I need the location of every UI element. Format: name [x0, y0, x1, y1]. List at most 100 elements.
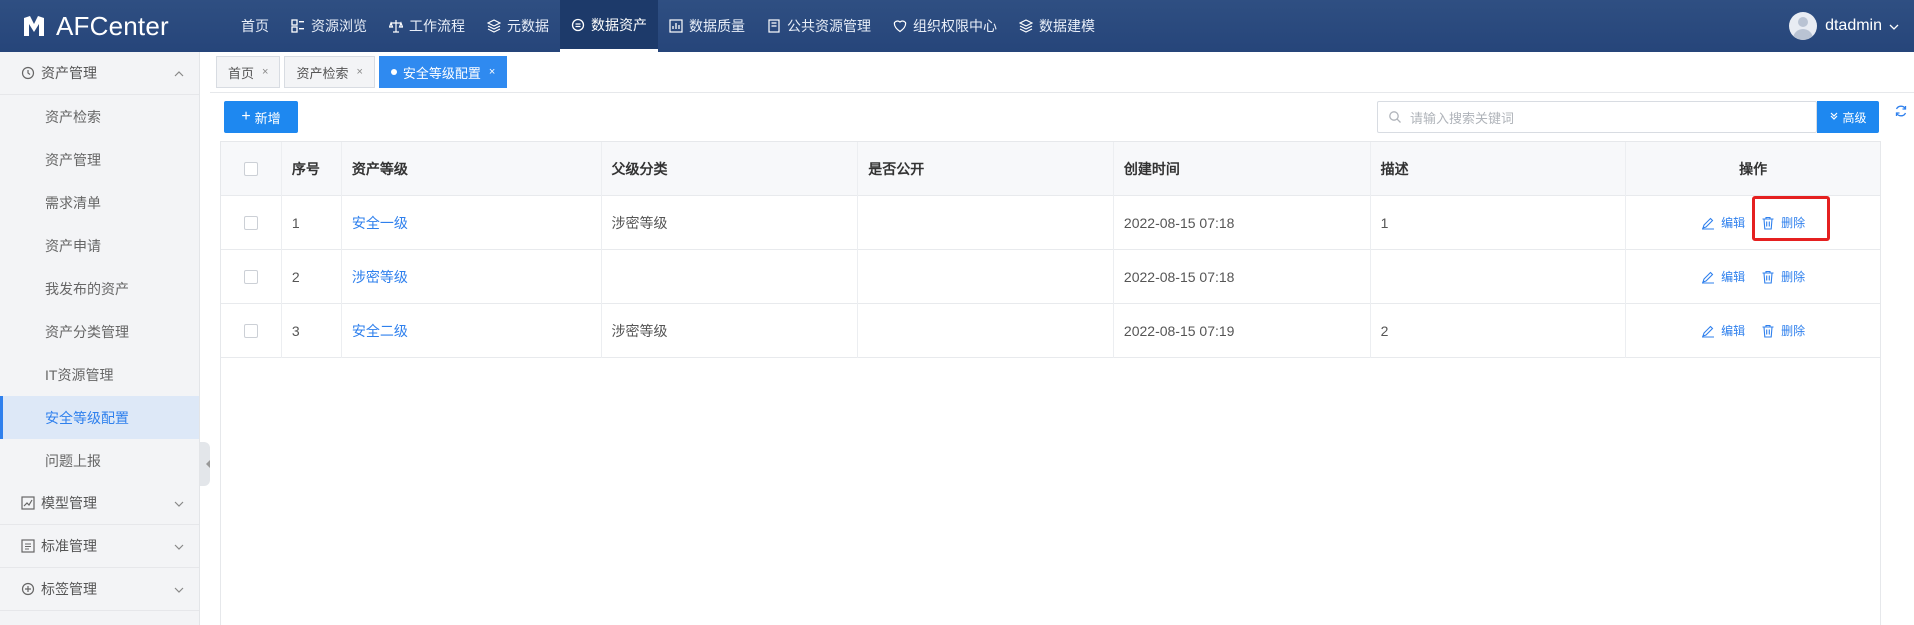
- nav-resource-browse[interactable]: 资源浏览: [280, 0, 378, 52]
- sidebar-group-label: 标签管理: [41, 581, 97, 597]
- sidebar-item-asset-category[interactable]: 资产分类管理: [0, 310, 199, 353]
- delete-button[interactable]: 删除: [1761, 322, 1805, 339]
- tab-asset-search[interactable]: 资产检索 ×: [284, 56, 375, 88]
- chevron-down-icon: [173, 583, 185, 595]
- app-logo[interactable]: AFCenter: [0, 0, 230, 52]
- column-header: 资产等级: [342, 141, 602, 196]
- plus-circle-icon: [21, 582, 35, 596]
- nav-label: 公共资源管理: [787, 18, 871, 34]
- desc-cell: 1: [1371, 195, 1627, 250]
- search-icon: [1388, 110, 1402, 124]
- sidebar-group-standard-management[interactable]: 标准管理: [0, 525, 199, 568]
- edit-icon: [1702, 271, 1715, 284]
- table-row: 2 涉密等级 2022-08-15 07:18 编辑 删除: [221, 249, 1880, 304]
- nav-data-quality[interactable]: 数据质量: [658, 0, 756, 52]
- nav-label: 组织权限中心: [913, 18, 997, 34]
- select-all-cell: [221, 141, 282, 196]
- nav-data-modeling[interactable]: 数据建模: [1008, 0, 1106, 52]
- nav-org-permissions[interactable]: 组织权限中心: [882, 0, 1008, 52]
- sidebar-item-security-level[interactable]: 安全等级配置: [0, 396, 199, 439]
- level-cell: 安全一级: [342, 195, 602, 250]
- sidebar-group-asset-management[interactable]: 资产管理: [0, 52, 199, 95]
- sidebar-group-label: 资产管理: [41, 65, 97, 81]
- chevron-down-icon: [173, 497, 185, 509]
- nav-public-resources[interactable]: 公共资源管理: [756, 0, 882, 52]
- sidebar-item-requirements[interactable]: 需求清单: [0, 181, 199, 224]
- public-cell: [858, 249, 1114, 304]
- delete-label: 删除: [1781, 216, 1806, 230]
- sidebar-collapse-handle[interactable]: [200, 442, 210, 486]
- sidebar-item-asset-management[interactable]: 资产管理: [0, 138, 199, 181]
- tab-security-level[interactable]: 安全等级配置 ×: [378, 56, 508, 88]
- public-cell: [858, 195, 1114, 250]
- tab-home[interactable]: 首页 ×: [216, 56, 281, 88]
- coin-icon: [571, 18, 585, 32]
- edit-button[interactable]: 编辑: [1701, 214, 1745, 231]
- parent-cell: 涉密等级: [602, 303, 859, 358]
- sidebar-item-it-resources[interactable]: IT资源管理: [0, 353, 199, 396]
- edit-button[interactable]: 编辑: [1701, 322, 1745, 339]
- level-cell: 涉密等级: [342, 249, 602, 304]
- row-checkbox[interactable]: [243, 323, 258, 338]
- advanced-search-button[interactable]: 高级: [1817, 101, 1879, 133]
- sidebar-item-issue-report[interactable]: 问题上报: [0, 439, 199, 482]
- close-icon[interactable]: ×: [489, 66, 495, 78]
- sidebar-group-tag-management[interactable]: 标签管理: [0, 568, 199, 611]
- active-dot-icon: [390, 69, 397, 75]
- nav-metadata[interactable]: 元数据: [476, 0, 560, 52]
- sidebar-item-asset-request[interactable]: 资产申请: [0, 224, 199, 267]
- trash-icon: [1762, 270, 1774, 284]
- row-checkbox[interactable]: [243, 269, 258, 284]
- select-all-checkbox[interactable]: [243, 161, 258, 176]
- desc-cell: 2: [1371, 303, 1627, 358]
- nav-label: 首页: [241, 18, 269, 34]
- refresh-icon[interactable]: [1894, 104, 1908, 118]
- row-select-cell: [221, 249, 282, 304]
- tab-label: 首页: [228, 65, 255, 81]
- sidebar-group-model-management[interactable]: 模型管理: [0, 482, 199, 525]
- row-select-cell: [221, 303, 282, 358]
- chevron-up-icon: [173, 67, 185, 79]
- edit-button[interactable]: 编辑: [1701, 268, 1745, 285]
- row-checkbox[interactable]: [243, 215, 258, 230]
- nav-workflow[interactable]: 工作流程: [378, 0, 476, 52]
- table-row: 1 安全一级 涉密等级 2022-08-15 07:18 1 编辑 删除: [221, 195, 1880, 250]
- sidebar-item-asset-search[interactable]: 资产检索: [0, 95, 199, 138]
- plus-icon: +: [241, 108, 251, 125]
- column-header: 序号: [282, 141, 342, 196]
- tab-label: 安全等级配置: [402, 65, 481, 81]
- scale-icon: [389, 19, 403, 33]
- list-icon: [21, 539, 35, 553]
- shield-icon: [893, 19, 907, 33]
- ops-cell: 编辑 删除: [1626, 250, 1880, 304]
- edit-label: 编辑: [1721, 324, 1746, 338]
- chevron-down-icon: [1888, 20, 1900, 32]
- close-icon[interactable]: ×: [262, 66, 268, 78]
- main-nav: 首页 资源浏览 工作流程 元数据 数据资产 数据质量 公共资源管理 组织权限中心…: [230, 0, 1106, 52]
- column-header: 描述: [1371, 141, 1627, 196]
- double-chevron-down-icon: [1829, 111, 1839, 124]
- level-link[interactable]: 涉密等级: [352, 267, 408, 287]
- delete-button[interactable]: 删除: [1761, 268, 1805, 285]
- delete-button[interactable]: 删除: [1761, 214, 1805, 231]
- nav-label: 数据资产: [591, 16, 647, 33]
- edit-label: 编辑: [1721, 270, 1746, 284]
- avatar: [1789, 12, 1818, 40]
- sidebar-item-my-published[interactable]: 我发布的资产: [0, 267, 199, 310]
- search-input[interactable]: 请输入搜索关键词: [1377, 101, 1817, 133]
- search-placeholder: 请输入搜索关键词: [1410, 110, 1515, 126]
- add-button[interactable]: + 新增: [224, 101, 298, 133]
- row-number: 3: [282, 303, 342, 358]
- logo-icon: [20, 12, 48, 40]
- column-header: 操作: [1739, 160, 1768, 177]
- created-cell: 2022-08-15 07:18: [1114, 195, 1371, 250]
- level-link[interactable]: 安全二级: [352, 321, 408, 341]
- level-link[interactable]: 安全一级: [352, 213, 408, 233]
- desc-cell: [1371, 249, 1627, 304]
- delete-label: 删除: [1781, 324, 1806, 338]
- user-menu[interactable]: dtadmin: [1789, 0, 1900, 52]
- nav-data-assets[interactable]: 数据资产: [560, 0, 658, 52]
- close-icon[interactable]: ×: [356, 66, 362, 78]
- chevron-down-icon: [173, 540, 185, 552]
- nav-home[interactable]: 首页: [230, 0, 280, 52]
